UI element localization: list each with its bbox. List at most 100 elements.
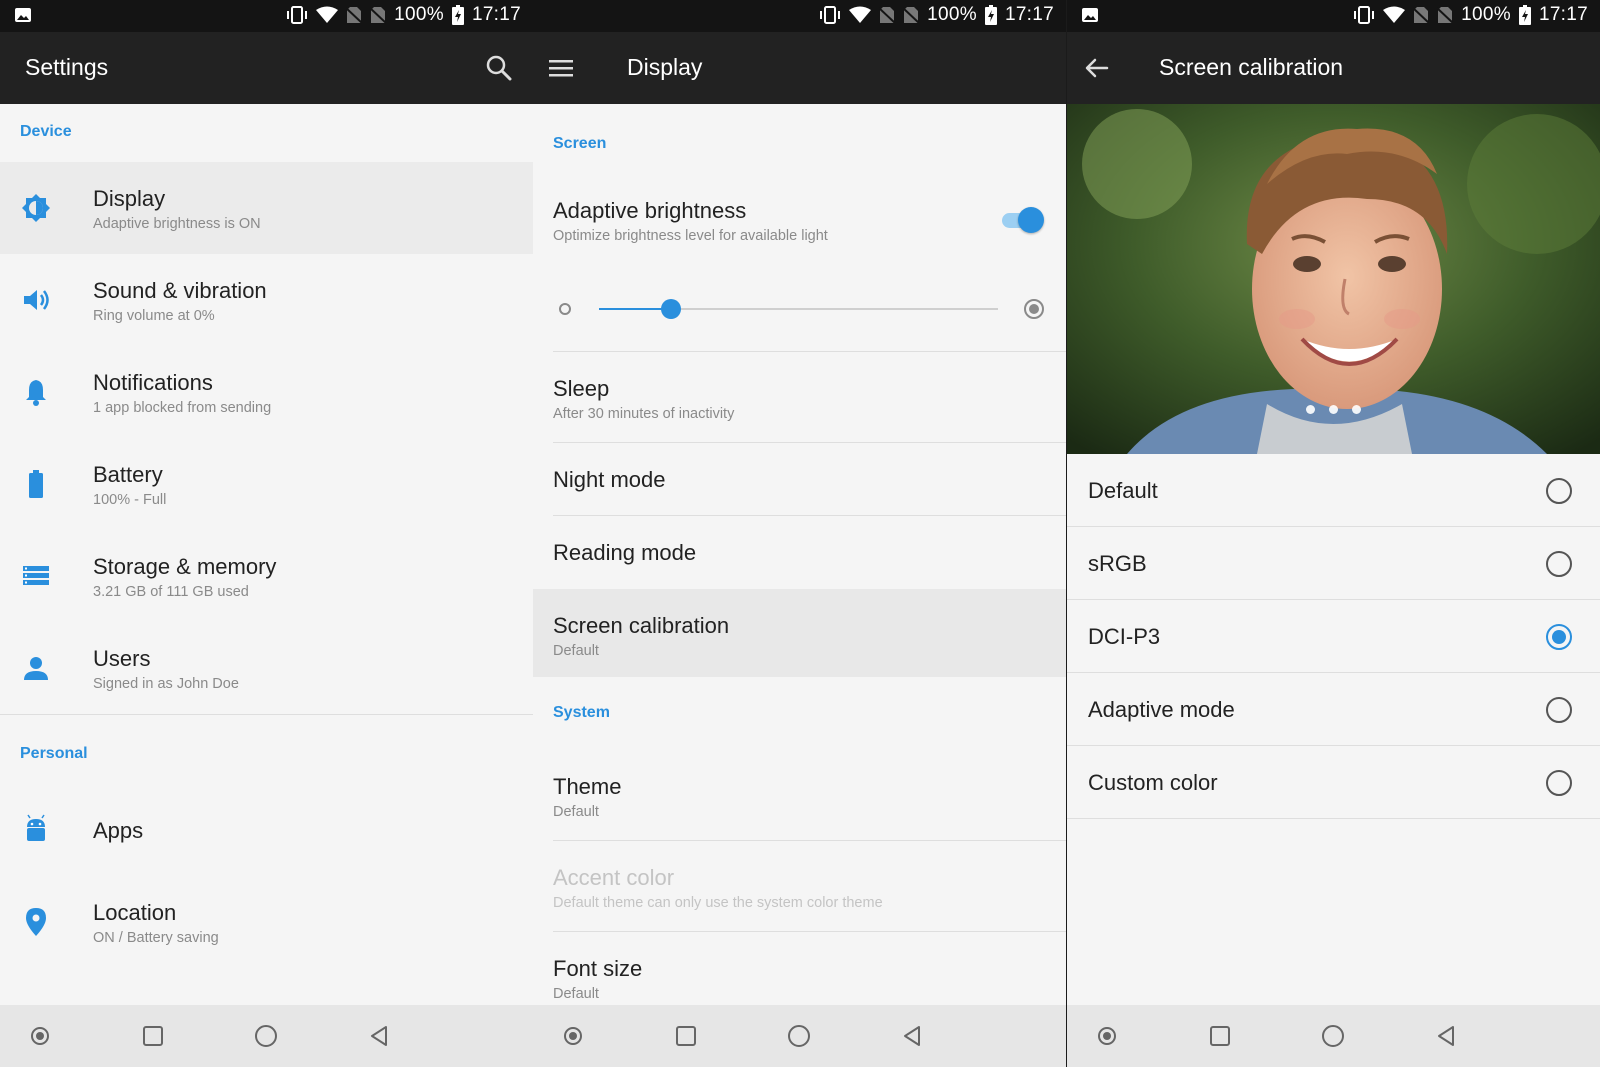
section-header-screen: Screen xyxy=(553,135,607,152)
reading-mode-row[interactable]: Reading mode xyxy=(533,516,1066,588)
battery-charging-icon xyxy=(1518,5,1531,25)
no-sim-icon xyxy=(1437,6,1454,24)
no-sim-icon xyxy=(1413,6,1430,24)
option-dci-p3[interactable]: DCI-P3 xyxy=(1067,600,1600,673)
option-srgb[interactable]: sRGB xyxy=(1067,527,1600,600)
gallery-notification-icon xyxy=(14,7,32,29)
vibrate-icon xyxy=(1353,6,1375,24)
screen-calibration-row[interactable]: Screen calibration Default xyxy=(533,589,1066,677)
battery-icon xyxy=(20,468,52,500)
recents-button[interactable] xyxy=(674,1024,698,1048)
storage-icon xyxy=(20,560,52,592)
preview-image-carousel[interactable] xyxy=(1067,104,1600,454)
recents-button[interactable] xyxy=(141,1024,165,1048)
dot-icon[interactable] xyxy=(1095,1024,1119,1048)
night-mode-row[interactable]: Night mode xyxy=(533,443,1066,515)
settings-item-storage[interactable]: Storage & memory 3.21 GB of 111 GB used xyxy=(0,530,533,622)
vibrate-icon xyxy=(819,6,841,24)
sleep-row[interactable]: Sleep After 30 minutes of inactivity xyxy=(533,352,1066,442)
wifi-icon xyxy=(849,6,872,24)
battery-charging-icon xyxy=(984,5,997,25)
section-header-personal: Personal xyxy=(20,745,88,762)
menu-icon[interactable] xyxy=(545,52,577,84)
settings-item-display[interactable]: Display Adaptive brightness is ON xyxy=(0,162,533,254)
battery-percent: 100% xyxy=(1461,4,1511,25)
screen-calibration-title: Screen calibration xyxy=(553,613,730,638)
settings-item-apps[interactable]: Apps xyxy=(0,784,533,876)
recents-button[interactable] xyxy=(1208,1024,1232,1048)
option-label: sRGB xyxy=(1088,551,1147,576)
settings-item-battery[interactable]: Battery 100% - Full xyxy=(0,438,533,530)
settings-item-notifications[interactable]: Notifications 1 app blocked from sending xyxy=(0,346,533,438)
settings-item-title: Sound & vibration xyxy=(93,278,267,303)
no-sim-icon xyxy=(879,6,896,24)
back-button[interactable] xyxy=(1434,1024,1458,1048)
wifi-icon xyxy=(1383,6,1406,24)
radio-button[interactable] xyxy=(1546,770,1572,796)
app-bar: Settings xyxy=(0,32,533,104)
option-custom-color[interactable]: Custom color xyxy=(1067,746,1600,819)
dot-icon[interactable] xyxy=(28,1024,52,1048)
slider-track xyxy=(599,299,998,319)
wifi-icon xyxy=(316,6,339,24)
dot-icon[interactable] xyxy=(561,1024,585,1048)
gallery-notification-icon xyxy=(1081,7,1099,29)
settings-item-title: Apps xyxy=(93,818,144,843)
settings-item-subtitle: Signed in as John Doe xyxy=(93,676,239,692)
home-button[interactable] xyxy=(787,1024,811,1048)
font-size-row[interactable]: Font size Default xyxy=(533,932,1066,1005)
settings-item-sound[interactable]: Sound & vibration Ring volume at 0% xyxy=(0,254,533,346)
display-panel: 100% 17:17 Display Screen Adaptive brigh… xyxy=(533,0,1066,1067)
night-mode-title: Night mode xyxy=(553,467,666,492)
radio-button[interactable] xyxy=(1546,551,1572,577)
page-dot[interactable] xyxy=(1306,405,1315,414)
no-sim-icon xyxy=(903,6,920,24)
back-button[interactable] xyxy=(367,1024,391,1048)
settings-item-title: Storage & memory xyxy=(93,554,277,579)
option-label: Adaptive mode xyxy=(1088,697,1235,722)
font-size-title: Font size xyxy=(553,956,643,981)
slider-thumb[interactable] xyxy=(660,299,681,319)
nav-bar xyxy=(1067,1005,1600,1067)
radio-button[interactable] xyxy=(1546,478,1572,504)
adaptive-brightness-row[interactable]: Adaptive brightness Optimize brightness … xyxy=(533,174,1066,264)
settings-item-title: Display xyxy=(93,186,166,211)
font-size-subtitle: Default xyxy=(553,986,599,1002)
radio-button[interactable] xyxy=(1546,697,1572,723)
back-button[interactable] xyxy=(900,1024,924,1048)
adaptive-brightness-toggle[interactable] xyxy=(1000,206,1044,234)
settings-item-title: Notifications xyxy=(93,370,213,395)
status-bar: 100% 17:17 xyxy=(533,0,1066,32)
section-header-device: Device xyxy=(20,123,72,140)
brightness-slider[interactable] xyxy=(553,294,1044,324)
settings-item-subtitle: Ring volume at 0% xyxy=(93,308,215,324)
battery-charging-icon xyxy=(451,5,464,25)
settings-item-location[interactable]: Location ON / Battery saving xyxy=(0,876,533,968)
back-arrow-icon[interactable] xyxy=(1081,52,1113,84)
reading-mode-title: Reading mode xyxy=(553,540,697,565)
section-divider xyxy=(0,714,533,715)
home-button[interactable] xyxy=(254,1024,278,1048)
home-button[interactable] xyxy=(1321,1024,1345,1048)
theme-row[interactable]: Theme Default xyxy=(533,750,1066,840)
display-settings-list: Screen Adaptive brightness Optimize brig… xyxy=(533,104,1066,1005)
page-dot[interactable] xyxy=(1329,405,1338,414)
settings-panel: 100% 17:17 Settings Device Display Adapt… xyxy=(0,0,533,1067)
page-title: Screen calibration xyxy=(1159,54,1344,80)
option-default[interactable]: Default xyxy=(1067,454,1600,527)
vibrate-icon xyxy=(286,6,308,24)
radio-button[interactable] xyxy=(1546,624,1572,650)
clock: 17:17 xyxy=(1538,4,1588,25)
no-sim-icon xyxy=(346,6,363,24)
clock: 17:17 xyxy=(471,4,521,25)
option-adaptive-mode[interactable]: Adaptive mode xyxy=(1067,673,1600,746)
page-title: Settings xyxy=(25,54,109,80)
page-title: Display xyxy=(627,54,703,80)
settings-item-subtitle: Adaptive brightness is ON xyxy=(93,216,261,232)
clock: 17:17 xyxy=(1004,4,1054,25)
page-dot[interactable] xyxy=(1352,405,1361,414)
search-icon[interactable] xyxy=(483,52,515,84)
app-bar: Screen calibration xyxy=(1067,32,1600,104)
accent-color-row: Accent color Default theme can only use … xyxy=(533,841,1066,931)
settings-item-users[interactable]: Users Signed in as John Doe xyxy=(0,622,533,714)
